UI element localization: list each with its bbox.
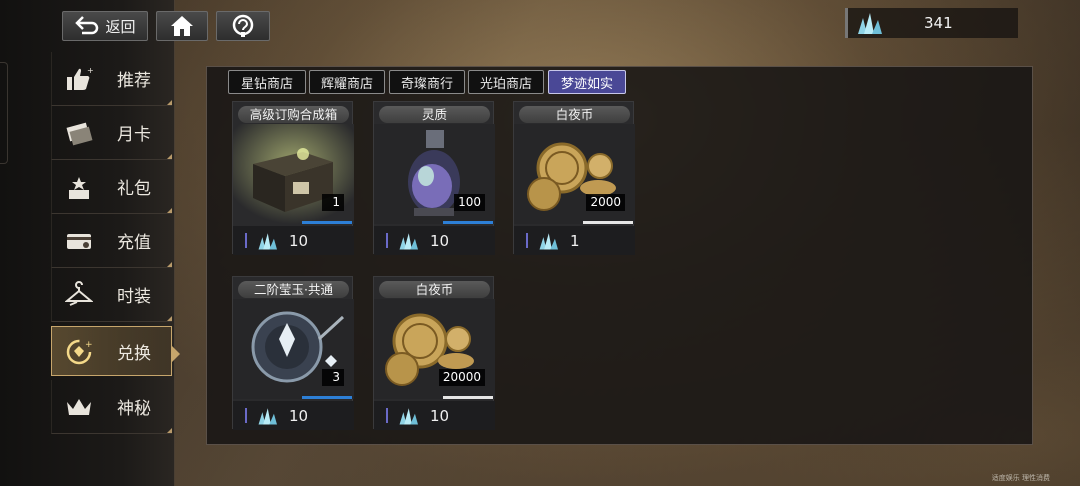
footer-note: 适度娱乐 理性消费: [991, 474, 1050, 482]
crystal-icon: [258, 233, 277, 250]
help-button[interactable]: [216, 11, 270, 41]
price-marker: [386, 408, 388, 423]
quantity-bar: [583, 221, 633, 224]
shop-item-card[interactable]: 高级订购合成箱 1 10: [232, 101, 354, 255]
corner-mark: [167, 154, 172, 159]
home-button[interactable]: [156, 11, 208, 41]
crystal-icon: [858, 13, 882, 34]
item-quantity: 1: [322, 194, 344, 211]
shop-item-card[interactable]: 白夜币 2000 1: [513, 101, 635, 255]
quantity-bar: [443, 221, 493, 224]
price-marker: [526, 233, 528, 248]
exchange-icon: +: [66, 339, 93, 365]
tab-radiance-shop[interactable]: 辉耀商店: [309, 70, 385, 94]
active-arrow: [172, 346, 180, 362]
item-name: 灵质: [379, 106, 490, 123]
card-icon: [66, 122, 93, 146]
sidebar-item-exchange[interactable]: + 兑换: [51, 326, 180, 376]
sidebar-item-monthly-card[interactable]: 月卡: [51, 106, 172, 160]
sidebar-label: 充值: [117, 233, 151, 253]
item-price: 10: [430, 406, 450, 425]
price-row: 1: [514, 226, 635, 255]
sidebar-label: 推荐: [117, 71, 151, 91]
thumbs-up-icon: +: [67, 66, 93, 90]
crystal-icon: [399, 233, 418, 250]
back-arrow-icon: [75, 16, 99, 35]
item-name: 白夜币: [379, 281, 490, 298]
back-button[interactable]: 返回: [62, 11, 148, 41]
crystal-icon: [399, 408, 418, 425]
tab-dream-trace[interactable]: 梦迹如实: [548, 70, 626, 94]
currency-display: 341: [845, 8, 1018, 38]
tab-star-diamond-shop[interactable]: 星钻商店: [228, 70, 306, 94]
currency-value: 341: [924, 14, 953, 32]
item-name: 白夜币: [519, 106, 630, 123]
item-quantity: 3: [322, 369, 344, 386]
item-quantity: 2000: [586, 194, 625, 211]
corner-mark: [167, 262, 172, 267]
sidebar-label: 时装: [117, 287, 151, 307]
item-price: 1: [570, 231, 580, 250]
tab-amber-shop[interactable]: 光珀商店: [468, 70, 544, 94]
quantity-bar: [302, 396, 352, 399]
shop-item-card[interactable]: 灵质 100 10: [373, 101, 495, 255]
item-name: 高级订购合成箱: [238, 106, 349, 123]
crystal-icon: [539, 233, 558, 250]
corner-mark: [167, 208, 172, 213]
item-quantity: 20000: [438, 369, 485, 386]
tab-marvel-trading[interactable]: 奇璨商行: [389, 70, 465, 94]
gift-box-icon: [69, 177, 89, 199]
item-price: 10: [430, 231, 450, 250]
svg-text:+: +: [87, 66, 93, 75]
price-row: 10: [374, 401, 495, 430]
corner-mark: [167, 100, 172, 105]
corner-mark: [167, 316, 172, 321]
shop-item-card[interactable]: 白夜币 20000 10: [373, 276, 495, 430]
price-marker: [386, 233, 388, 248]
hanger-icon: [65, 281, 93, 306]
home-icon: [171, 16, 193, 36]
item-price: 10: [289, 406, 309, 425]
quantity-bar: [302, 221, 352, 224]
crystal-icon: [258, 408, 277, 425]
sidebar-item-mystery[interactable]: 神秘: [51, 380, 172, 434]
item-quantity: 100: [454, 194, 485, 211]
price-marker: [245, 233, 247, 248]
sidebar-label: 兑换: [117, 343, 151, 364]
price-row: 10: [233, 401, 354, 430]
back-label: 返回: [105, 17, 136, 36]
crown-icon: [67, 399, 91, 415]
corner-mark: [167, 428, 172, 433]
shop-item-card[interactable]: 二阶莹玉·共通 3 10: [232, 276, 354, 430]
price-marker: [245, 408, 247, 423]
price-row: 10: [233, 226, 354, 255]
sidebar-item-recharge[interactable]: 充值: [51, 214, 172, 268]
price-row: 10: [374, 226, 495, 255]
wallet-icon: [67, 234, 91, 249]
sidebar-label: 月卡: [117, 125, 151, 145]
svg-text:+: +: [85, 340, 93, 350]
sidebar-label: 礼包: [117, 179, 151, 199]
help-icon: [232, 14, 254, 37]
sidebar-item-gift-pack[interactable]: 礼包: [51, 160, 172, 214]
sidebar-label: 神秘: [117, 399, 151, 419]
sidebar-item-recommend[interactable]: + 推荐: [51, 52, 172, 106]
item-name: 二阶莹玉·共通: [238, 281, 349, 298]
item-price: 10: [289, 231, 309, 250]
edge-handle: [0, 62, 8, 164]
quantity-bar: [443, 396, 493, 399]
sidebar-item-fashion[interactable]: 时装: [51, 268, 172, 322]
